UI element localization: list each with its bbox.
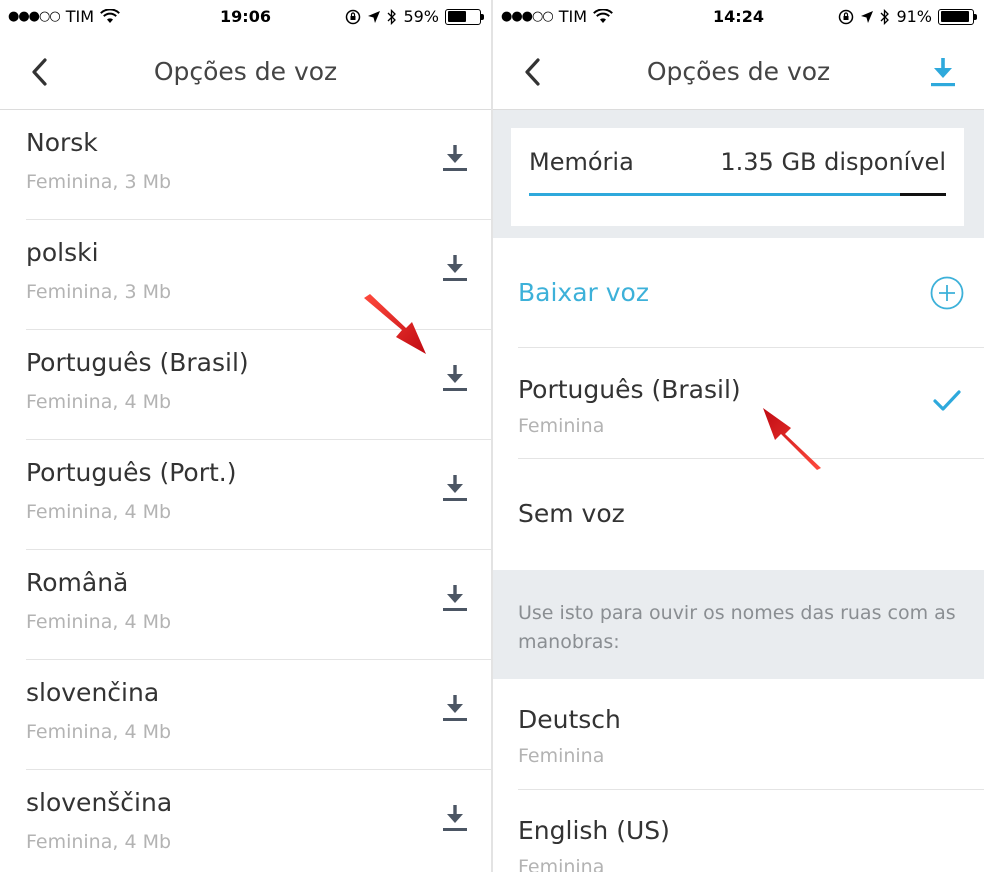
- voice-detail: Feminina, 4 Mb: [26, 611, 172, 633]
- page-title: Opções de voz: [153, 57, 338, 86]
- download-icon[interactable]: [441, 142, 469, 174]
- list-item[interactable]: Português (Port.) Feminina, 4 Mb: [26, 440, 491, 550]
- memory-section: Memória 1.35 GB disponível: [493, 110, 984, 238]
- voice-name: slovenščina: [26, 788, 173, 817]
- nav-bar: Opções de voz: [0, 34, 491, 110]
- voice-name: Deutsch: [518, 705, 621, 734]
- annotation-arrow: [364, 294, 426, 354]
- lock-rotation-icon: [346, 9, 361, 24]
- voice-name: Português (Port.): [26, 458, 237, 487]
- selected-voice-row[interactable]: Português (Brasil) Feminina: [518, 348, 984, 459]
- memory-label: Memória: [529, 148, 634, 176]
- battery-icon: [445, 8, 484, 25]
- download-voice-label: Baixar voz: [518, 278, 649, 307]
- list-item[interactable]: Română Feminina, 4 Mb: [26, 550, 491, 660]
- voice-name: English (US): [518, 816, 670, 845]
- voice-detail: Feminina, 4 Mb: [26, 831, 172, 853]
- list-item[interactable]: slovenčina Feminina, 4 Mb: [26, 660, 491, 770]
- voice-detail: Feminina, 4 Mb: [26, 721, 172, 743]
- left-screen: ●●●○○ TIM 19:06 59% Opções de voz Norsk …: [0, 0, 491, 872]
- list-item[interactable]: slovenščina Feminina, 4 Mb: [26, 770, 491, 872]
- status-bar: ●●●○○ TIM 14:24 91%: [493, 0, 984, 34]
- section-header: Use isto para ouvir os nomes das ruas co…: [493, 570, 984, 679]
- plus-circle-icon[interactable]: [930, 276, 964, 310]
- voice-detail: Feminina: [518, 415, 605, 437]
- voice-name: Português (Brasil): [26, 348, 249, 377]
- voice-name: Română: [26, 568, 129, 597]
- battery-percent: 59%: [403, 7, 439, 26]
- checkmark-icon: [933, 390, 961, 411]
- battery-icon: [938, 8, 977, 25]
- list-item[interactable]: English (US) Feminina: [518, 790, 984, 872]
- street-names-info: Use isto para ouvir os nomes das ruas co…: [518, 602, 956, 653]
- voice-name: Português (Brasil): [518, 375, 741, 404]
- memory-card: Memória 1.35 GB disponível: [511, 128, 964, 226]
- memory-usage-bar: [529, 193, 946, 196]
- annotation-arrow: [763, 408, 821, 470]
- voice-detail: Feminina, 3 Mb: [26, 171, 172, 193]
- voice-name: Norsk: [26, 128, 98, 157]
- voice-detail: Feminina, 4 Mb: [26, 391, 172, 413]
- battery-percent: 91%: [896, 7, 932, 26]
- bluetooth-icon: [880, 8, 890, 25]
- voice-name: slovenčina: [26, 678, 160, 707]
- voice-detail: Feminina: [518, 745, 605, 767]
- list-item[interactable]: Deutsch Feminina: [518, 679, 984, 790]
- memory-value: 1.35 GB disponível: [720, 148, 946, 176]
- list-item[interactable]: Norsk Feminina, 3 Mb: [26, 110, 491, 220]
- download-icon[interactable]: [441, 362, 469, 394]
- lock-rotation-icon: [839, 9, 854, 24]
- nav-bar: Opções de voz: [493, 34, 984, 110]
- location-icon: [861, 10, 874, 23]
- voice-list: Norsk Feminina, 3 Mb polski Feminina, 3 …: [0, 110, 491, 872]
- page-title: Opções de voz: [646, 57, 831, 86]
- location-icon: [368, 10, 381, 23]
- voice-name: polski: [26, 238, 99, 267]
- download-icon[interactable]: [441, 252, 469, 284]
- right-screen: ●●●○○ TIM 14:24 91% Opções de voz Memóri…: [493, 0, 984, 872]
- no-voice-row[interactable]: Sem voz: [518, 459, 984, 570]
- download-voice-row[interactable]: Baixar voz: [518, 238, 984, 348]
- voice-detail: Feminina, 3 Mb: [26, 281, 172, 303]
- download-icon[interactable]: [441, 802, 469, 834]
- download-icon[interactable]: [928, 54, 958, 90]
- voice-detail: Feminina: [518, 856, 605, 872]
- download-icon[interactable]: [441, 582, 469, 614]
- download-icon[interactable]: [441, 692, 469, 724]
- voice-detail: Feminina, 4 Mb: [26, 501, 172, 523]
- no-voice-label: Sem voz: [518, 499, 625, 528]
- download-icon[interactable]: [441, 472, 469, 504]
- status-bar: ●●●○○ TIM 19:06 59%: [0, 0, 491, 34]
- bluetooth-icon: [387, 8, 397, 25]
